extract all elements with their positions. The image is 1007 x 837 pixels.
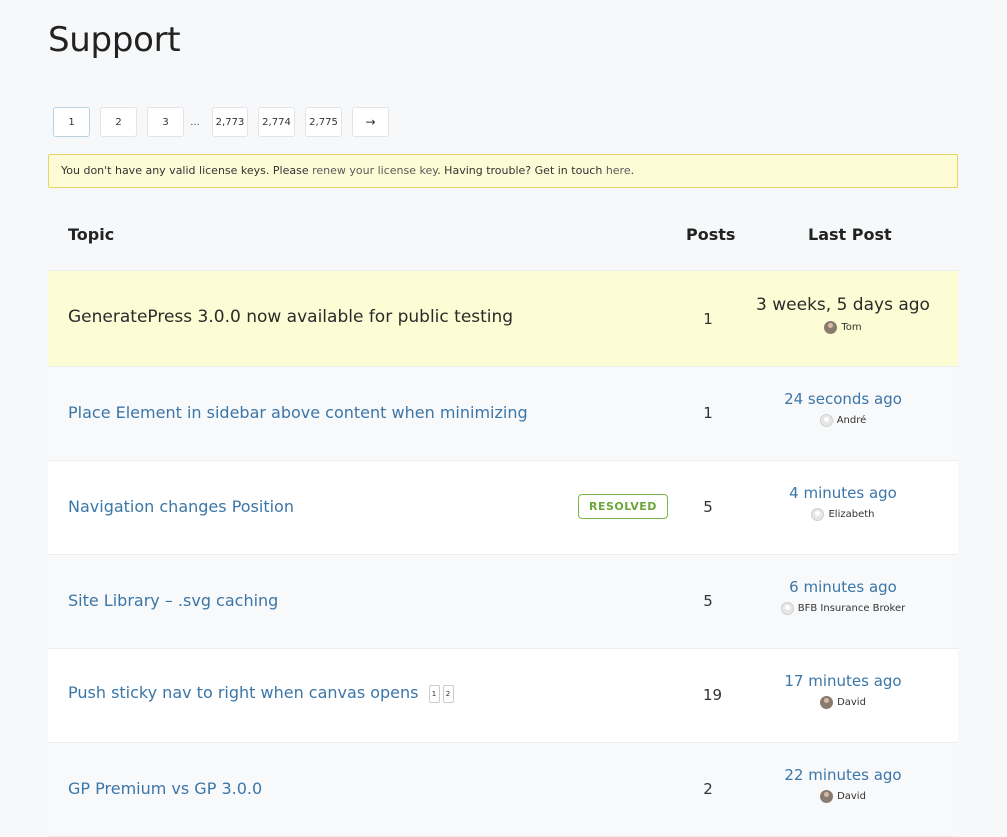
topic-column-header: Topic (68, 225, 115, 244)
page-2774-button[interactable]: 2,774 (258, 107, 295, 137)
posts-count: 1 (703, 310, 713, 328)
author-name[interactable]: BFB Insurance Broker (798, 603, 905, 614)
last-post-author: André (748, 414, 938, 427)
topic-title-wrapper: Push sticky nav to right when canvas ope… (68, 683, 454, 703)
renew-license-link[interactable]: renew your license key (312, 164, 437, 177)
topic-table: Topic Posts Last Post GeneratePress 3.0.… (48, 200, 958, 837)
page-2-button[interactable]: 2 (100, 107, 137, 137)
topic-title-link[interactable]: Place Element in sidebar above content w… (68, 403, 528, 422)
author-name[interactable]: David (837, 791, 866, 802)
topic-title-link[interactable]: GP Premium vs GP 3.0.0 (68, 779, 262, 798)
avatar (780, 602, 794, 615)
last-post-info: 3 weeks, 5 days ago Tom (748, 295, 938, 334)
posts-count: 19 (703, 686, 723, 704)
last-post-column-header: Last Post (808, 225, 892, 244)
author-name[interactable]: André (837, 415, 867, 426)
last-post-info: 17 minutes ago David (748, 672, 938, 709)
last-post-time-link[interactable]: 22 minutes ago (748, 766, 938, 784)
topic-subpages: 12 (428, 684, 454, 703)
last-post-time-link[interactable]: 17 minutes ago (748, 672, 938, 690)
topic-title-link[interactable]: GeneratePress 3.0.0 now available for pu… (68, 307, 513, 327)
last-post-time-link[interactable]: 4 minutes ago (748, 484, 938, 502)
table-row: Site Library – .svg caching 5 6 minutes … (48, 555, 958, 649)
avatar (824, 321, 838, 334)
last-post-time-link[interactable]: 24 seconds ago (748, 390, 938, 408)
topic-title-link[interactable]: Push sticky nav to right when canvas ope… (68, 683, 419, 702)
avatar (820, 696, 834, 709)
next-page-arrow-icon[interactable]: → (352, 107, 389, 137)
page-2773-button[interactable]: 2,773 (212, 107, 248, 137)
table-row: Push sticky nav to right when canvas ope… (48, 649, 958, 743)
table-row: Place Element in sidebar above content w… (48, 367, 958, 461)
last-post-author: David (748, 790, 938, 803)
avatar (820, 790, 834, 803)
posts-count: 5 (703, 592, 713, 610)
author-name[interactable]: David (837, 697, 866, 708)
page-3-button[interactable]: 3 (147, 107, 184, 137)
last-post-author: David (748, 696, 938, 709)
author-name[interactable]: Elizabeth (828, 509, 874, 520)
avatar (819, 414, 833, 427)
notice-text-middle: . Having trouble? Get in touch (437, 164, 606, 177)
license-notice: You don't have any valid license keys. P… (48, 154, 958, 188)
last-post-author: Elizabeth (748, 508, 938, 521)
table-header: Topic Posts Last Post (48, 200, 958, 271)
table-row: GeneratePress 3.0.0 now available for pu… (48, 271, 958, 367)
last-post-info: 6 minutes ago BFB Insurance Broker (748, 578, 938, 615)
last-post-info: 4 minutes ago Elizabeth (748, 484, 938, 521)
last-post-author: BFB Insurance Broker (748, 602, 938, 615)
posts-count: 2 (703, 780, 713, 798)
resolved-badge: RESOLVED (578, 494, 668, 519)
last-post-info: 24 seconds ago André (748, 390, 938, 427)
subpage-2-link[interactable]: 2 (442, 684, 454, 703)
page-2775-button[interactable]: 2,775 (305, 107, 342, 137)
avatar (811, 508, 825, 521)
page-title: Support (48, 20, 181, 60)
table-row: GP Premium vs GP 3.0.0 2 22 minutes ago … (48, 743, 958, 837)
last-post-info: 22 minutes ago David (748, 766, 938, 803)
contact-here-link[interactable]: here (606, 164, 631, 177)
posts-count: 5 (703, 498, 713, 516)
topic-title-link[interactable]: Site Library – .svg caching (68, 591, 278, 610)
topic-title-link[interactable]: Navigation changes Position (68, 497, 294, 516)
last-post-author: Tom (748, 321, 938, 334)
last-post-time-link[interactable]: 3 weeks, 5 days ago (748, 295, 938, 315)
table-row: Navigation changes Position RESOLVED 5 4… (48, 461, 958, 555)
subpage-1-link[interactable]: 1 (428, 684, 440, 703)
author-name[interactable]: Tom (841, 322, 861, 333)
posts-column-header: Posts (686, 225, 736, 244)
page-1-button[interactable]: 1 (53, 107, 90, 137)
pagination-ellipsis: … (190, 116, 200, 128)
notice-text-after: . (630, 164, 635, 177)
pagination: 1 2 3 … 2,773 2,774 2,775 → (53, 107, 389, 137)
notice-text-before: You don't have any valid license keys. P… (61, 164, 313, 177)
posts-count: 1 (703, 404, 713, 422)
last-post-time-link[interactable]: 6 minutes ago (748, 578, 938, 596)
